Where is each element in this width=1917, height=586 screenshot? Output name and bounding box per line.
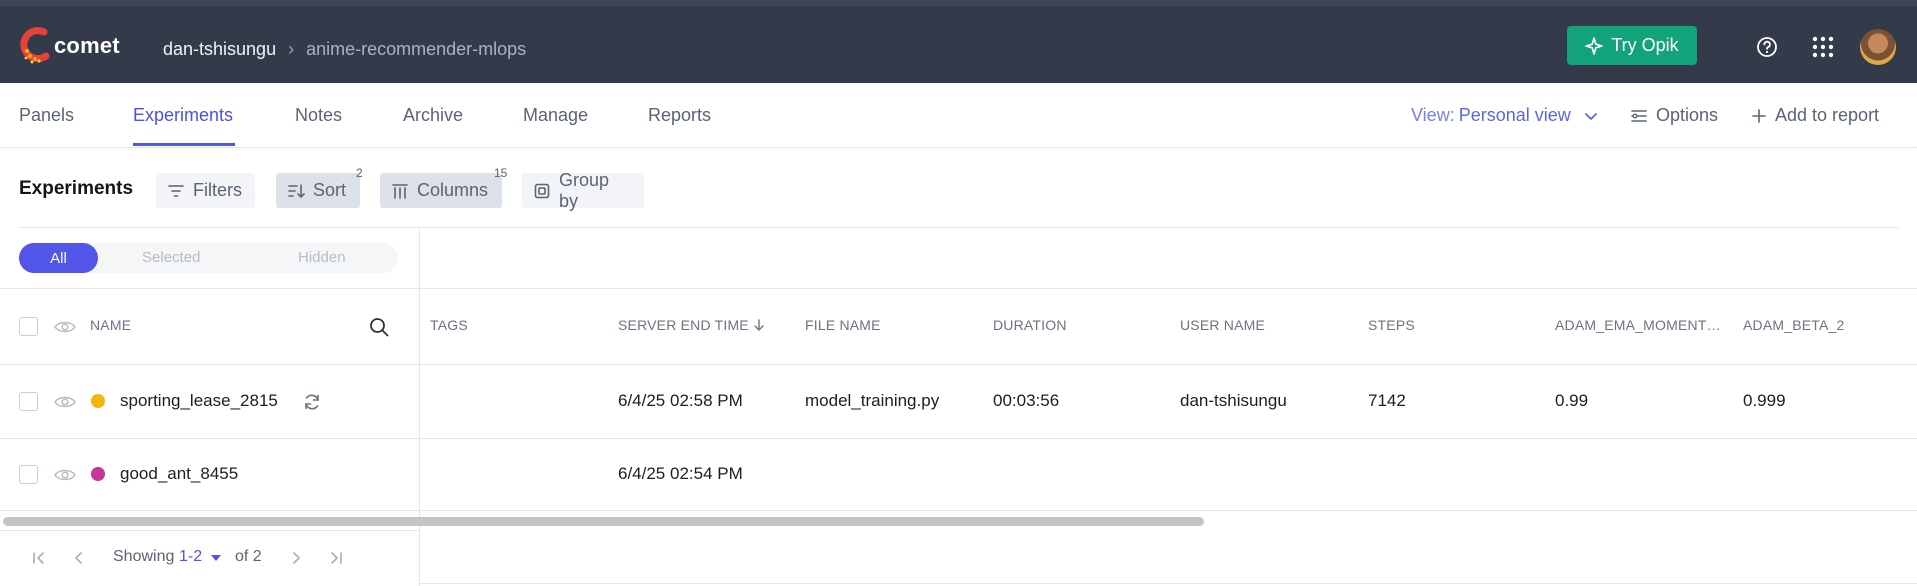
column-header-steps[interactable]: STEPS [1368, 317, 1415, 333]
visibility-selected-option[interactable]: Selected [142, 249, 200, 266]
file-name-cell: model_training.py [805, 391, 940, 410]
eye-icon[interactable] [54, 320, 76, 334]
view-value: Personal view [1458, 105, 1571, 125]
visibility-hidden-option[interactable]: Hidden [298, 249, 346, 266]
filters-label: Filters [193, 180, 242, 200]
select-all-checkbox[interactable] [19, 317, 38, 336]
try-opik-button[interactable]: Try Opik [1567, 26, 1697, 65]
tab-experiments[interactable]: Experiments [133, 105, 233, 126]
sort-label: Sort [313, 180, 347, 200]
columns-icon [392, 183, 408, 199]
duration-cell: 00:03:56 [993, 391, 1060, 410]
columns-label: Columns [417, 180, 489, 200]
sparkle-icon [1585, 36, 1604, 55]
plus-icon [1752, 108, 1766, 123]
table-bottom-border [420, 583, 1917, 584]
last-page-icon[interactable] [326, 548, 346, 568]
tab-reports[interactable]: Reports [648, 105, 711, 126]
column-header-tags[interactable]: TAGS [430, 317, 468, 333]
arrow-down-icon [754, 319, 764, 331]
first-page-icon[interactable] [29, 548, 49, 568]
experiment-color-dot [91, 467, 105, 481]
sort-button[interactable]: Sort [276, 173, 360, 208]
user-avatar[interactable] [1860, 29, 1896, 65]
visibility-filter: All Selected Hidden [19, 243, 398, 273]
column-header-name[interactable]: NAME [90, 317, 131, 333]
options-label: Options [1656, 105, 1719, 125]
add-to-report-button[interactable]: Add to report [1751, 105, 1879, 126]
comet-logo[interactable]: comet [18, 24, 120, 68]
table-top-border [0, 288, 1917, 289]
chevron-down-icon [1584, 112, 1597, 120]
row-divider [0, 438, 1917, 439]
breadcrumb: dan-tshisungu › anime-recommender-mlops [163, 39, 526, 60]
tab-panels[interactable]: Panels [19, 105, 74, 126]
columns-count-badge: 15 [494, 166, 508, 180]
pagination-total: of 2 [235, 548, 262, 565]
project-tabs-bar: Panels Experiments Notes Archive Manage … [0, 83, 1917, 148]
tab-notes[interactable]: Notes [295, 105, 342, 126]
server-end-time-cell: 6/4/25 02:58 PM [618, 391, 743, 410]
help-icon[interactable] [1754, 34, 1780, 60]
previous-page-icon[interactable] [69, 548, 89, 568]
breadcrumb-project[interactable]: anime-recommender-mlops [306, 39, 526, 60]
eye-icon[interactable] [54, 395, 76, 409]
logo-text: comet [54, 33, 120, 58]
pagination-showing-label: Showing [113, 548, 175, 565]
top-navigation-bar: comet dan-tshisungu › anime-recommender-… [0, 0, 1917, 83]
user-name-cell: dan-tshisungu [1180, 391, 1287, 410]
row-divider [0, 510, 1917, 511]
server-end-time-cell: 6/4/25 02:54 PM [618, 464, 743, 483]
group-by-label: Group by [558, 169, 610, 211]
adam-ema-moment-cell: 0.99 [1555, 391, 1589, 410]
tab-archive[interactable]: Archive [403, 105, 463, 126]
comet-logo-icon [18, 26, 50, 66]
group-by-button[interactable]: Group by [522, 170, 644, 211]
column-header-duration[interactable]: DURATION [993, 317, 1067, 333]
active-tab-indicator [133, 143, 235, 146]
chevron-right-icon: › [288, 39, 295, 59]
sort-count-badge: 2 [356, 166, 363, 180]
header-bottom-border [0, 364, 1917, 365]
apps-grid-icon[interactable] [1810, 34, 1836, 60]
try-opik-label: Try Opik [1611, 35, 1679, 55]
group-icon [534, 183, 550, 198]
caret-down-icon[interactable] [210, 553, 222, 563]
column-header-server-end-time-label: SERVER END TIME [618, 317, 749, 333]
sort-icon [288, 183, 305, 198]
filters-button[interactable]: Filters [156, 173, 255, 208]
page-title: Experiments [19, 178, 134, 199]
add-to-report-label: Add to report [1775, 105, 1880, 125]
view-prefix: View: [1411, 105, 1455, 125]
filter-icon [168, 184, 184, 197]
horizontal-scrollbar[interactable] [3, 517, 1204, 526]
view-selector[interactable]: View: Personal view [1411, 105, 1601, 126]
experiment-color-dot [91, 394, 105, 408]
pagination: Showing 1-2 of 2 [0, 530, 420, 586]
row-checkbox[interactable] [19, 465, 38, 484]
adam-beta-2-cell: 0.999 [1743, 391, 1786, 410]
eye-icon[interactable] [54, 468, 76, 482]
column-header-file-name[interactable]: FILE NAME [805, 317, 881, 333]
toolbar-divider [19, 227, 1899, 228]
visibility-all-option[interactable]: All [19, 243, 98, 273]
column-header-server-end-time[interactable]: SERVER END TIME [618, 317, 765, 333]
column-header-user-name[interactable]: USER NAME [1180, 317, 1265, 333]
refresh-running-icon [305, 394, 319, 410]
column-header-adam-beta-2[interactable]: ADAM_BETA_2 [1743, 317, 1845, 333]
options-sliders-icon [1631, 109, 1647, 122]
search-icon[interactable] [368, 316, 390, 338]
tab-manage[interactable]: Manage [523, 105, 588, 126]
column-header-adam-ema-moment[interactable]: ADAM_EMA_MOMENT… [1555, 317, 1721, 333]
row-checkbox[interactable] [19, 392, 38, 411]
experiment-name-link[interactable]: sporting_lease_2815 [120, 391, 278, 411]
pagination-range-select[interactable]: 1-2 [179, 548, 202, 566]
columns-button[interactable]: Columns [380, 173, 502, 208]
steps-cell: 7142 [1368, 391, 1406, 410]
breadcrumb-workspace[interactable]: dan-tshisungu [163, 39, 276, 60]
next-page-icon[interactable] [286, 548, 306, 568]
options-button[interactable]: Options [1630, 105, 1718, 126]
experiment-name-link[interactable]: good_ant_8455 [120, 464, 238, 484]
